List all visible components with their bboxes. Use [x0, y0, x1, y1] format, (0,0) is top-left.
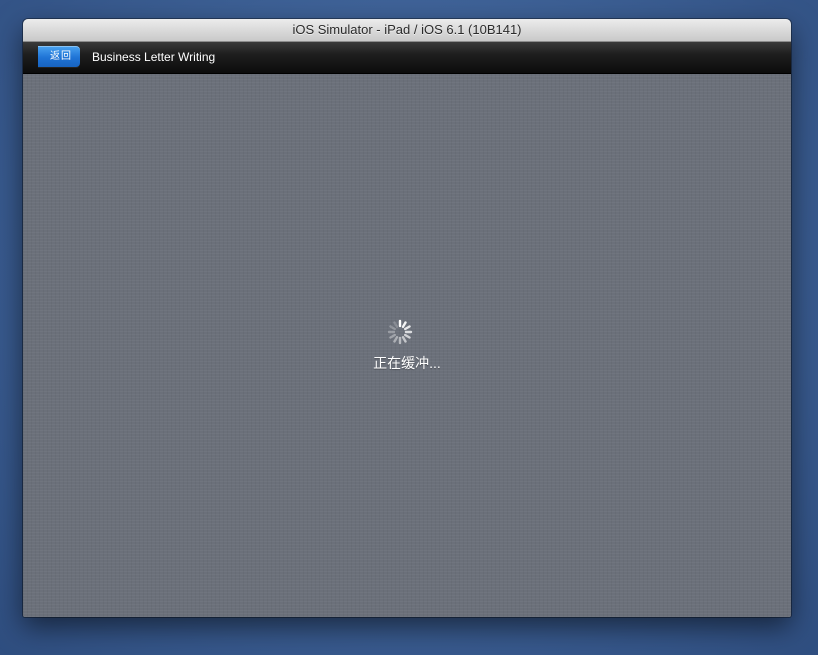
back-button[interactable]: 返回 [38, 46, 80, 67]
loading-spinner-icon [387, 319, 413, 345]
nav-title: Business Letter Writing [92, 50, 216, 64]
content-area: 正在缓冲... [23, 74, 791, 617]
navigation-bar: 返回 Business Letter Writing [23, 42, 791, 74]
window-titlebar[interactable]: iOS Simulator - iPad / iOS 6.1 (10B141) [23, 19, 791, 42]
loading-status-text: 正在缓冲... [373, 355, 441, 371]
window-title: iOS Simulator - iPad / iOS 6.1 (10B141) [292, 22, 522, 37]
back-button-label: 返回 [50, 51, 72, 62]
simulator-window: iOS Simulator - iPad / iOS 6.1 (10B141) … [23, 19, 791, 617]
